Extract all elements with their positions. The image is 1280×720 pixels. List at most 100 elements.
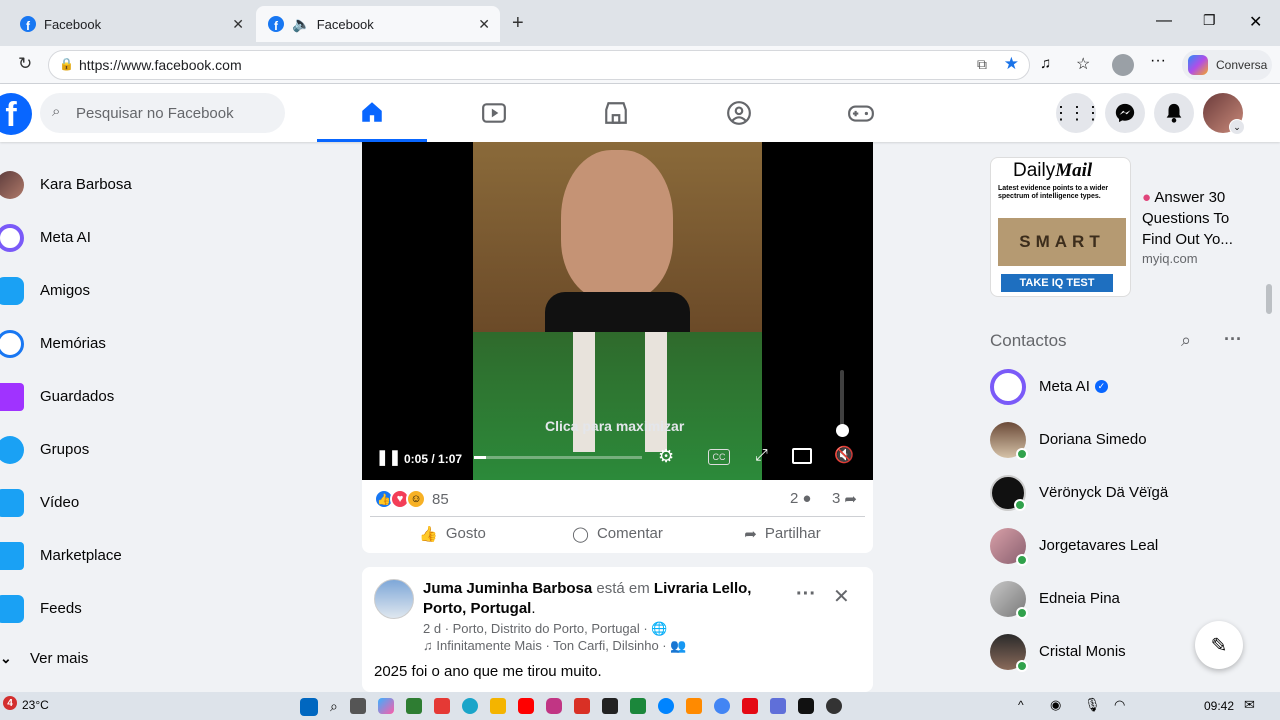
close-window-icon[interactable]: ✕ [1249,12,1262,32]
contact-item[interactable]: Doriana Simedo [990,413,1260,466]
volume-knob[interactable] [836,424,849,437]
menu-button[interactable]: ⋮⋮⋮ [1052,93,1102,133]
scrollbar-thumb[interactable] [1266,284,1272,314]
facebook-logo[interactable]: f [0,93,32,135]
netflix-icon[interactable] [741,698,758,714]
post-location[interactable]: Porto, Distrito do Porto, Portugal [453,621,640,636]
tiktok-icon[interactable] [797,698,814,714]
clock-time[interactable]: 09:42 [1204,699,1234,713]
nav-home[interactable] [317,84,427,142]
file-explorer-icon[interactable] [489,698,506,714]
account-avatar[interactable]: ⌄ [1203,93,1245,135]
start-icon[interactable] [300,698,318,716]
instagram-icon[interactable] [545,698,562,714]
ad-title[interactable]: ● Answer 30 Questions To Find Out Yo... [1142,187,1260,250]
ad-cta-button[interactable]: TAKE IQ TEST [1001,274,1113,292]
extensions-icon[interactable]: ♫ [1040,55,1051,72]
speaker-icon[interactable]: 🔈 [292,15,311,33]
widgets-icon[interactable] [377,698,394,714]
sidebar-see-more[interactable]: ⌄ Ver mais [0,633,300,683]
notifications-center-icon[interactable]: ✉ [1244,697,1255,713]
tray-chevron-icon[interactable]: ^ [1018,698,1024,712]
progress-bar[interactable] [474,456,642,459]
nav-gaming[interactable] [806,84,916,142]
sidebar-item-feeds[interactable]: Feeds [0,582,300,635]
more-options-icon[interactable]: ··· [796,583,816,606]
ad-image[interactable]: DailyMail Latest evidence points to a wi… [990,157,1131,297]
author-name[interactable]: Juma Juminha Barbosa [423,580,592,597]
open-in-app-icon[interactable]: ⧉ [977,56,987,73]
nav-video[interactable] [439,84,549,142]
network-icon[interactable]: ◉ [1050,697,1061,713]
share-count[interactable]: 3 ➦ [832,490,857,508]
close-tab-icon[interactable]: ✕ [478,16,490,33]
messenger-button[interactable] [1105,93,1145,133]
profile-avatar[interactable] [1112,54,1134,76]
ad-domain[interactable]: myiq.com [1142,251,1198,266]
app-icon[interactable] [433,698,450,714]
search-icon[interactable]: ⌕ [330,698,338,716]
captions-icon[interactable]: CC [708,449,730,465]
mute-icon[interactable]: 🔇 [834,445,854,465]
messenger-icon[interactable] [657,698,674,714]
amazon-icon[interactable] [601,698,618,714]
music-title[interactable]: Infinitamente Mais · Ton Carfi, Dilsinho [436,638,658,653]
fullscreen-icon[interactable]: ⤢ [755,447,768,465]
close-tab-icon[interactable]: ✕ [232,16,244,33]
task-view-icon[interactable] [349,698,366,714]
new-message-button[interactable]: ✎ [1195,621,1243,669]
lock-icon[interactable]: 🔒 [59,57,74,71]
sidebar-item-memories[interactable]: Memórias [0,317,300,370]
browser-tab-1[interactable]: f Facebook ✕ [8,6,254,42]
url-field[interactable]: 🔒 https://www.facebook.com ⧉ ★ [48,50,1030,80]
nav-groups[interactable] [684,84,794,142]
contacts-more-icon[interactable]: ··· [1224,329,1242,350]
sidebar-item-profile[interactable]: Kara Barbosa [0,158,300,211]
contact-item[interactable]: Jorgetavares Leal [990,519,1260,572]
comment-count[interactable]: 2 ● [790,490,811,507]
sidebar-item-friends[interactable]: Amigos [0,264,300,317]
wifi-icon[interactable]: ◠ [1114,697,1125,713]
app-icon[interactable] [825,698,842,714]
microphone-icon[interactable]: 🎙 [1084,697,1101,713]
reaction-summary[interactable]: 👍 ♥ ☺ 85 [374,489,449,509]
edge-icon[interactable] [461,698,478,714]
settings-icon[interactable]: ⚙ [658,446,674,467]
more-menu-icon[interactable]: ··· [1150,52,1166,70]
app-icon[interactable] [769,698,786,714]
mail-icon[interactable] [573,698,590,714]
sidebar-item-groups[interactable]: Grupos [0,423,300,476]
restore-icon[interactable]: ❐ [1203,12,1216,29]
share-button[interactable]: ➦ Partilhar [700,517,865,550]
search-contacts-icon[interactable]: ⌕ [1181,330,1191,351]
notifications-button[interactable] [1154,93,1194,133]
chrome-icon[interactable] [713,698,730,714]
favorites-icon[interactable]: ☆ [1076,54,1090,74]
new-tab-icon[interactable]: + [512,12,524,35]
sidebar-item-marketplace[interactable]: Marketplace [0,529,300,582]
contact-item[interactable]: Meta AI ✓ [990,360,1260,413]
contact-item[interactable]: Vërönyck Dä Vëïgä [990,466,1260,519]
like-button[interactable]: 👍 Gosto [370,517,535,550]
video-player[interactable]: Clica para maximizar ❚❚ 0:05 / 1:07 ⚙ CC… [362,142,873,480]
excel-icon[interactable] [629,698,646,714]
store-icon[interactable] [405,698,422,714]
post-time[interactable]: 2 d [423,621,441,636]
comment-button[interactable]: ◯ Comentar [535,517,700,550]
pause-icon[interactable]: ❚❚ [376,448,401,466]
search-input[interactable]: ⌕ Pesquisar no Facebook [40,93,285,133]
favorite-star-icon[interactable]: ★ [1004,54,1019,74]
nav-marketplace[interactable] [561,84,671,142]
youtube-icon[interactable] [517,698,534,714]
browser-tab-2[interactable]: f 🔈 Facebook ✕ [256,6,500,42]
sidebar-item-meta-ai[interactable]: Meta AI [0,211,300,264]
minimize-icon[interactable]: — [1156,12,1172,30]
sidebar-item-saved[interactable]: Guardados [0,370,300,423]
weather-widget[interactable]: 23°C [22,698,49,712]
pip-icon[interactable] [792,448,812,464]
copilot-button[interactable]: Conversa [1182,50,1272,80]
contact-item[interactable]: Edneia Pina [990,572,1260,625]
close-icon[interactable]: ✕ [833,584,850,609]
reload-icon[interactable]: ↻ [18,54,32,74]
author-avatar[interactable] [374,579,414,619]
